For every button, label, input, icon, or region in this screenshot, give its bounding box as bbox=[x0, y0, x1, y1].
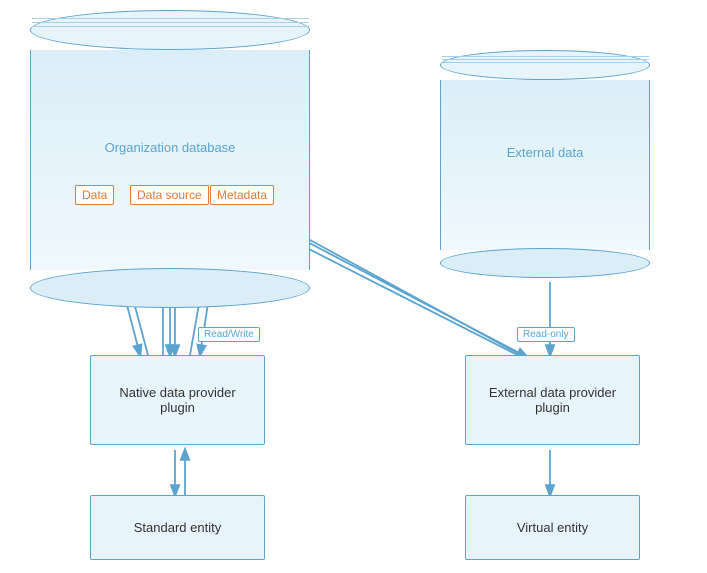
org-cylinder-bottom bbox=[30, 268, 310, 308]
ext-database-cylinder: External data bbox=[440, 50, 650, 278]
datasource-tag: Data source bbox=[130, 185, 209, 205]
metadata-tag: Metadata bbox=[210, 185, 274, 205]
ext-cylinder-label: External data bbox=[507, 145, 584, 160]
org-cylinder-label: Organization database bbox=[105, 140, 236, 155]
readonly-badge: Read-only bbox=[517, 327, 575, 342]
org-cylinder-body bbox=[30, 50, 310, 270]
external-provider-box: External data provider plugin bbox=[465, 355, 640, 445]
standard-entity-box: Standard entity bbox=[90, 495, 265, 560]
data-tag: Data bbox=[75, 185, 114, 205]
ext-cylinder-bottom bbox=[440, 248, 650, 278]
ext-cylinder-body bbox=[440, 80, 650, 250]
org-database-cylinder: Organization database bbox=[30, 10, 310, 308]
readwrite-badge: Read/Write bbox=[198, 327, 260, 342]
native-provider-box: Native data provider plugin bbox=[90, 355, 265, 445]
virtual-entity-box: Virtual entity bbox=[465, 495, 640, 560]
diagram: Organization database External data Data… bbox=[0, 0, 707, 573]
